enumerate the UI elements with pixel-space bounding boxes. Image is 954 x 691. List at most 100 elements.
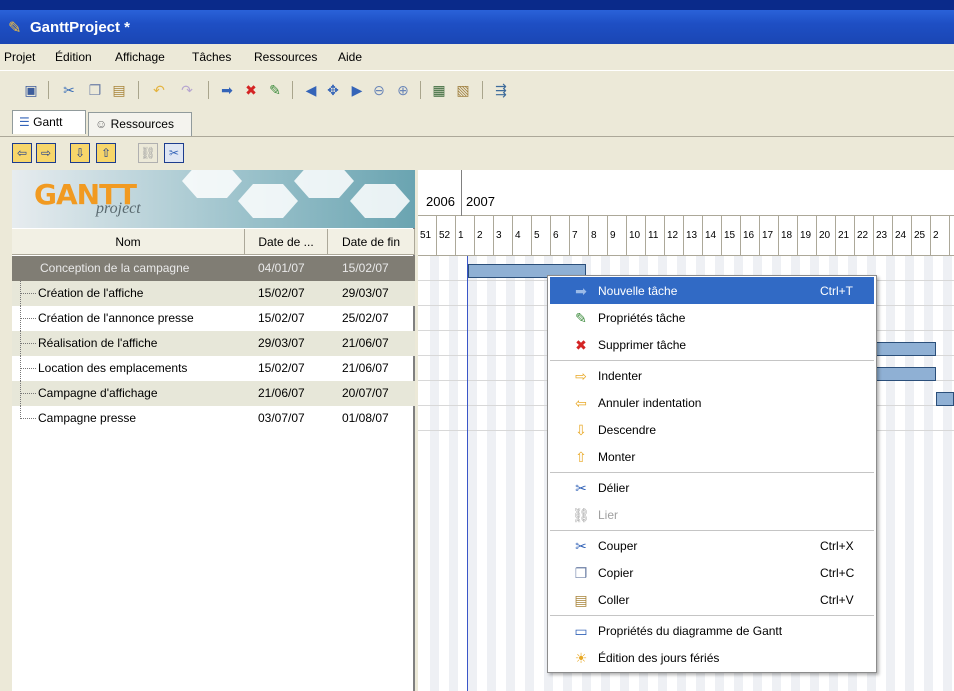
menu-projet[interactable]: Projet [4,50,35,64]
paste-icon[interactable]: ▤ [110,81,128,99]
menu-item-cut[interactable]: ✂ Couper Ctrl+X [550,532,874,559]
week-label: 19 [800,230,812,241]
title-bar: ✎ GanttProject * [0,10,954,44]
app-icon: ✎ [8,20,22,37]
week-label: 2 [933,230,939,241]
link-button[interactable]: ⛓ [138,143,158,163]
menu-item-new-task[interactable]: ➡ Nouvelle tâche Ctrl+T [550,277,874,304]
week-label: 4 [515,230,521,241]
week-label: 18 [781,230,793,241]
week-label: 13 [686,230,698,241]
move-up-button[interactable]: ⇧ [96,143,116,163]
copy-icon: ❐ [574,565,588,581]
critical-path-icon[interactable]: ⇶ [492,81,510,99]
menu-item-gantt-properties[interactable]: ▭ Propriétés du diagramme de Gantt [550,617,874,644]
table-row[interactable]: Conception de la campagne 04/01/07 15/02… [12,256,415,281]
week-label: 25 [914,230,926,241]
main-toolbar: ▣ ✂ ❐ ▤ ↶ ↷ ➡ ✖ ✎ ◀ ✥ ▶ ⊖ ⊕ ▦ ▧ ⇶ [0,70,954,106]
week-label: 10 [629,230,641,241]
menu-item-unlink[interactable]: ✂ Délier [550,474,874,501]
zoom-out-icon[interactable]: ⊖ [370,81,388,99]
paste-icon: ▤ [574,592,588,608]
unindent-button[interactable]: ⇦ [12,143,32,163]
move-up-icon: ⇧ [575,449,587,465]
menu-aide[interactable]: Aide [338,50,362,64]
unlink-button[interactable]: ✂ [164,143,184,163]
week-label: 8 [591,230,597,241]
menu-item-indent[interactable]: ⇨ Indenter [550,362,874,389]
view-tabs: ☰ Gantt ☺ Ressources [0,106,954,136]
week-label: 20 [819,230,831,241]
menu-item-move-down[interactable]: ⇩ Descendre [550,416,874,443]
resources-tab-icon: ☺ [95,117,108,131]
col-header-name[interactable]: Nom [12,229,245,255]
move-down-button[interactable]: ⇩ [70,143,90,163]
week-label: 15 [724,230,736,241]
week-label: 51 [420,230,432,241]
menu-item-unindent[interactable]: ⇦ Annuler indentation [550,389,874,416]
task-bar[interactable] [936,392,954,406]
copy-icon[interactable]: ❐ [86,81,104,99]
week-label: 2 [477,230,483,241]
menu-item-move-up[interactable]: ⇧ Monter [550,443,874,470]
menu-edition[interactable]: Édition [55,50,92,64]
table-row[interactable]: Campagne d'affichage 21/06/07 20/07/07 [12,381,415,406]
table-row[interactable]: Réalisation de l'affiche 29/03/07 21/06/… [12,331,415,356]
center-icon[interactable]: ✥ [324,81,342,99]
unindent-icon: ⇦ [575,395,587,411]
menu-taches[interactable]: Tâches [192,50,231,64]
arrow-right-icon: ➡ [575,283,587,299]
table-header: Nom Date de ... Date de fin [12,229,415,255]
link-icon: ⛓ [572,507,590,523]
week-label: 5 [534,230,540,241]
week-label: 14 [705,230,717,241]
menu-ressources[interactable]: Ressources [254,50,317,64]
redo-icon[interactable]: ↷ [178,81,196,99]
menu-item-delete-task[interactable]: ✖ Supprimer tâche [550,331,874,358]
week-label: 22 [857,230,869,241]
table-row[interactable]: Création de l'annonce presse 15/02/07 25… [12,306,415,331]
menu-item-copy[interactable]: ❐ Copier Ctrl+C [550,559,874,586]
week-label: 23 [876,230,888,241]
year-2007: 2007 [466,194,495,209]
week-label: 21 [838,230,850,241]
undo-icon[interactable]: ↶ [150,81,168,99]
week-label: 11 [648,230,659,241]
zoom-in-icon[interactable]: ⊕ [394,81,412,99]
export-icon[interactable]: ▧ [454,81,472,99]
table-row[interactable]: Campagne presse 03/07/07 01/08/07 [12,406,415,431]
menu-item-link[interactable]: ⛓ Lier [550,501,874,528]
delete-task-icon[interactable]: ✖ [242,81,260,99]
menu-affichage[interactable]: Affichage [115,50,165,64]
delete-icon: ✖ [575,337,587,353]
cut-icon[interactable]: ✂ [60,81,78,99]
scroll-left-icon[interactable]: ◀ [302,81,320,99]
menu-item-task-properties[interactable]: ✎ Propriétés tâche [550,304,874,331]
new-task-icon[interactable]: ➡ [218,81,236,99]
task-properties-icon[interactable]: ✎ [266,81,284,99]
menu-bar: Projet Édition Affichage Tâches Ressourc… [0,44,954,70]
col-header-start[interactable]: Date de ... [245,229,328,255]
save-icon[interactable]: ▣ [22,81,40,99]
menu-item-paste[interactable]: ▤ Coller Ctrl+V [550,586,874,613]
scroll-right-icon[interactable]: ▶ [348,81,366,99]
gantt-tab-icon: ☰ [19,115,30,129]
col-header-end[interactable]: Date de fin [328,229,415,255]
window-title: GanttProject * [30,19,131,36]
week-label: 24 [895,230,907,241]
indent-icon: ⇨ [575,368,587,384]
week-label: 1 [458,230,464,241]
desktop-strip [0,0,954,10]
menu-item-holidays[interactable]: ☀ Édition des jours fériés [550,644,874,671]
tab-resources[interactable]: ☺ Ressources [88,112,192,136]
week-label: 7 [572,230,578,241]
cut-icon: ✂ [575,538,587,554]
year-2006: 2006 [426,194,455,209]
tab-gantt[interactable]: ☰ Gantt [12,110,86,134]
indent-button[interactable]: ⇨ [36,143,56,163]
task-properties-icon: ✎ [575,310,587,326]
print-preview-icon[interactable]: ▦ [430,81,448,99]
table-row[interactable]: Création de l'affiche 15/02/07 29/03/07 [12,281,415,306]
table-row[interactable]: Location des emplacements 15/02/07 21/06… [12,356,415,381]
week-label: 9 [610,230,616,241]
